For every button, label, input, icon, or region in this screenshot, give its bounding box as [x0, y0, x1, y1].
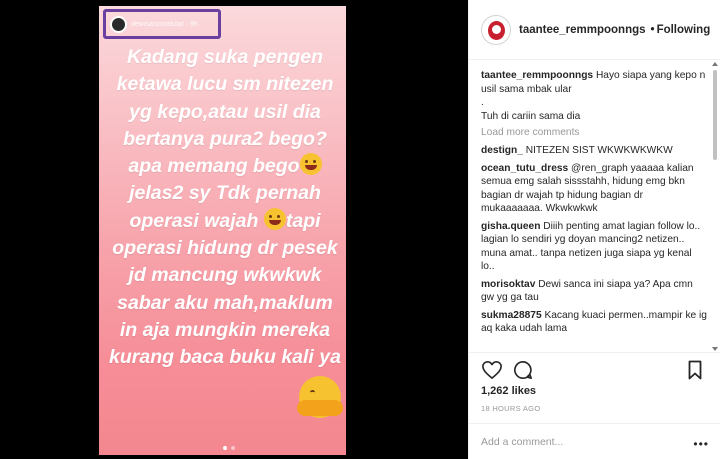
post-actions	[469, 352, 720, 384]
story-image[interactable]: dewisancoratular · 9h Kadang suka pengen…	[99, 6, 346, 455]
caption-line: .	[481, 97, 484, 108]
story-pagination	[223, 446, 235, 450]
media-area: dewisancoratular · 9h Kadang suka pengen…	[0, 0, 468, 459]
story-line: operasi wajah	[129, 209, 259, 232]
comment-text: NITEZEN SIST WKWKWKWKW	[525, 145, 673, 156]
story-avatar	[110, 15, 127, 33]
comment-username[interactable]: gisha.queen	[481, 221, 540, 232]
page-dot	[231, 446, 235, 450]
story-line: yg kepo,atau usil dia	[129, 100, 321, 123]
post-timestamp: 18 HOURS AGO	[481, 404, 541, 413]
comment-icon[interactable]	[513, 360, 533, 380]
comment-username[interactable]: ocean_tutu_dress	[481, 163, 568, 174]
story-line: sabar aku mah,maklum	[117, 291, 333, 314]
likes-count[interactable]: 1,262 likes	[481, 385, 536, 397]
story-header-highlight: dewisancoratular · 9h	[103, 9, 221, 39]
following-button[interactable]: Following	[657, 24, 711, 36]
scrollbar-thumb[interactable]	[713, 70, 717, 160]
comment-username[interactable]: destign_	[481, 145, 523, 156]
story-line: jd mancung wkwkwk	[128, 264, 322, 287]
story-line: bertanya pura2 bego?	[123, 127, 327, 150]
story-line-wrap: operasi wajah tapi	[109, 207, 341, 235]
post-side-panel: taantee_remmpoonngs • Following taantee_r…	[468, 0, 720, 459]
follow-status: • Following	[649, 24, 711, 36]
add-comment-input[interactable]: Add a comment... •••	[469, 423, 720, 459]
story-text: Kadang suka pengen ketawa lucu sm niteze…	[109, 44, 341, 372]
story-username: dewisancoratular · 9h	[131, 20, 198, 28]
story-line: in aja mungkin mereka	[119, 318, 331, 341]
post-username[interactable]: taantee_remmpoonngs	[519, 24, 646, 36]
winking-tongue-emoji-icon	[299, 153, 322, 176]
load-more-comments-link[interactable]: Load more comments	[481, 127, 707, 138]
comments-list[interactable]: taantee_remmpoonngs Hayo siapa yang kepo…	[469, 61, 720, 351]
story-line: tapi	[285, 209, 321, 232]
story-line: Kadang suka pengen	[126, 46, 324, 68]
comment-item: destign_ NITEZEN SIST WKWKWKWKW	[481, 144, 707, 158]
scroll-down-arrow-icon[interactable]	[712, 347, 718, 351]
story-line: operasi hidung dr pesek	[112, 237, 338, 260]
heart-icon[interactable]	[481, 360, 503, 380]
scroll-up-arrow-icon[interactable]	[712, 62, 718, 66]
more-options-icon[interactable]: •••	[693, 437, 709, 451]
comment-item: ocean_tutu_dress @ren_graph yaaaaa kalia…	[481, 162, 707, 216]
add-comment-placeholder: Add a comment...	[481, 436, 564, 448]
grinning-emoji-icon	[263, 207, 286, 230]
comment-username[interactable]: sukma28875	[481, 310, 542, 321]
comment-username[interactable]: morisoktav	[481, 279, 535, 290]
story-line: jelas2 sy Tdk pernah	[129, 182, 321, 205]
profile-avatar[interactable]	[481, 14, 511, 45]
comment-item: sukma28875 Kacang kuaci permen..mampir k…	[481, 309, 707, 336]
comments-scrollbar[interactable]	[712, 62, 718, 351]
story-line: ketawa lucu sm nitezen	[116, 73, 334, 96]
caption-line: Tuh di cariin sama dia	[481, 110, 581, 122]
post-header: taantee_remmpoonngs • Following	[469, 0, 720, 60]
story-line: apa memang bego	[128, 155, 300, 178]
comment-item: morisoktav Dewi sanca ini siapa ya? Apa …	[481, 278, 707, 305]
separator-dot: •	[650, 23, 655, 36]
caption: taantee_remmpoonngs Hayo siapa yang kepo…	[481, 69, 707, 123]
story-line-wrap: apa memang bego	[109, 153, 341, 180]
bookmark-icon[interactable]	[688, 360, 702, 380]
caption-username[interactable]: taantee_remmpoonngs	[481, 70, 593, 81]
page-dot-active	[223, 446, 227, 450]
story-line: kurang baca buku kali ya	[109, 346, 341, 369]
hugging-face-emoji-icon	[297, 376, 343, 418]
comment-item: gisha.queen Diiih penting amat lagian fo…	[481, 220, 707, 274]
instagram-post-viewer: dewisancoratular · 9h Kadang suka pengen…	[0, 0, 720, 459]
